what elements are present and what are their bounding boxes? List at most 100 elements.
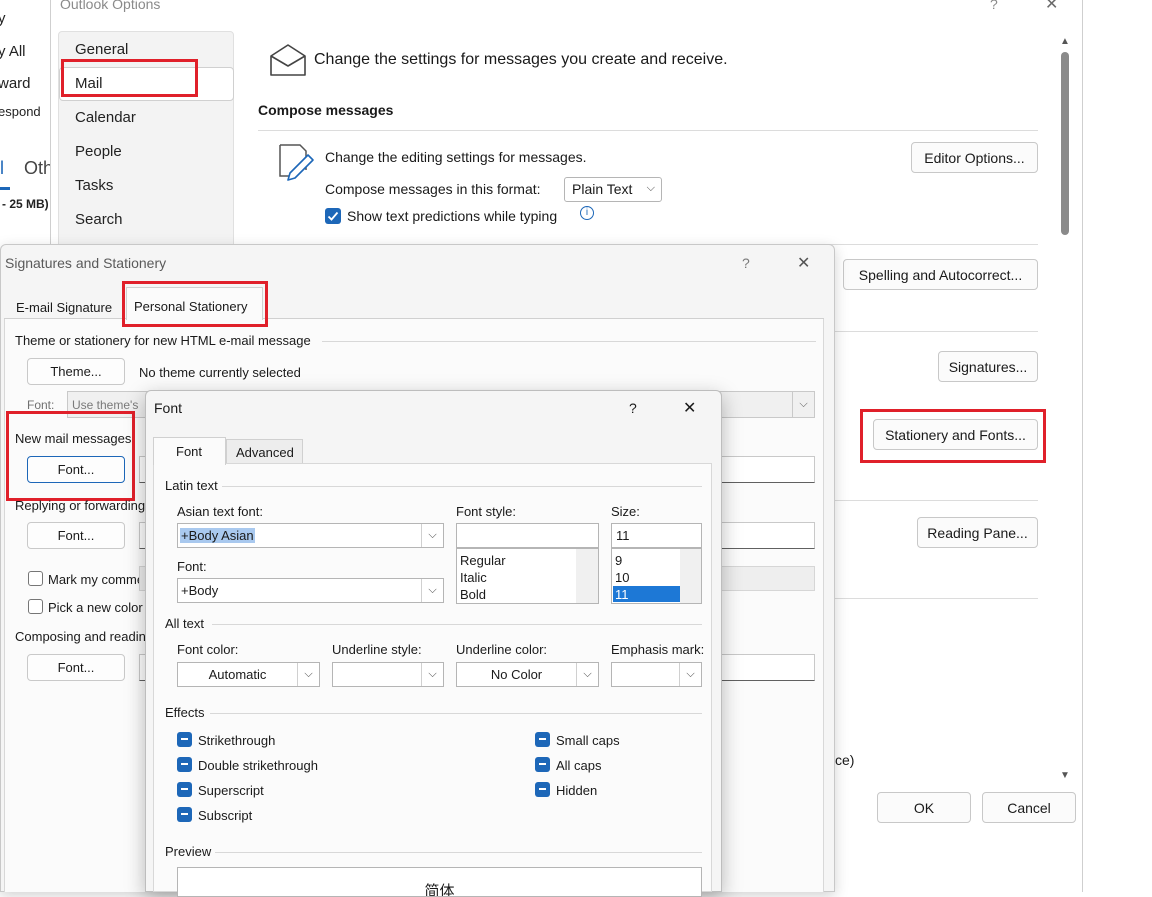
- nav-item-calendar[interactable]: Calendar: [75, 109, 136, 126]
- nav-item-people[interactable]: People: [75, 143, 122, 160]
- tab-advanced[interactable]: Advanced: [236, 445, 294, 460]
- chevron-down-icon: ⌵: [421, 663, 443, 686]
- signatures-button[interactable]: Signatures...: [938, 351, 1038, 382]
- chevron-down-icon: ⌵: [792, 392, 814, 417]
- font-dialog-title: Font: [154, 400, 183, 416]
- underline-color-label: Underline color:: [456, 642, 548, 657]
- emphasis-mark-label: Emphasis mark:: [611, 642, 705, 657]
- checkmark-icon: [327, 211, 339, 221]
- predictions-checkbox[interactable]: [325, 208, 341, 224]
- options-title: Outlook Options: [60, 0, 161, 12]
- bg-text-1: y: [0, 10, 6, 27]
- reply-font-button[interactable]: Font...: [27, 522, 125, 549]
- tab-email-signature[interactable]: E-mail Signature: [16, 300, 112, 315]
- effects-label: Effects: [165, 705, 205, 720]
- stationery-font-label: Font:: [27, 398, 55, 412]
- scroll-up-icon[interactable]: ▲: [1060, 36, 1070, 47]
- font-name-combo[interactable]: +Body ⌵: [177, 578, 444, 603]
- font-style-input[interactable]: [456, 523, 599, 548]
- small-caps-label: Small caps: [556, 733, 620, 748]
- subscript-label: Subscript: [198, 808, 253, 823]
- nav-item-tasks[interactable]: Tasks: [75, 177, 113, 194]
- font-help-button[interactable]: ?: [629, 400, 637, 416]
- font-name-value: +Body: [181, 583, 219, 598]
- spelling-autocorrect-button[interactable]: Spelling and Autocorrect...: [843, 259, 1038, 290]
- superscript-checkbox[interactable]: [177, 782, 192, 797]
- bg-focused-tab-marker: l: [0, 158, 4, 178]
- hidden-checkbox[interactable]: [535, 782, 550, 797]
- reading-pane-button[interactable]: Reading Pane...: [917, 517, 1038, 548]
- bg-other-tab[interactable]: Oth: [24, 158, 52, 179]
- font-style-list[interactable]: Regular Italic Bold: [456, 548, 599, 604]
- divider-4: [835, 500, 1038, 501]
- options-scroll-thumb[interactable]: [1061, 52, 1069, 235]
- subscript-checkbox[interactable]: [177, 807, 192, 822]
- options-close-button[interactable]: ✕: [1045, 0, 1058, 14]
- font-close-button[interactable]: ✕: [683, 398, 696, 418]
- mark-comments-checkbox[interactable]: [28, 571, 43, 586]
- underline-style-combo[interactable]: ⌵: [332, 662, 444, 687]
- theme-button[interactable]: Theme...: [27, 358, 125, 385]
- asian-font-label: Asian text font:: [177, 504, 263, 519]
- chevron-down-icon: ⌵: [421, 579, 443, 602]
- pick-color-checkbox[interactable]: [28, 599, 43, 614]
- signatures-title: Signatures and Stationery: [5, 255, 167, 271]
- small-caps-checkbox[interactable]: [535, 732, 550, 747]
- size-10[interactable]: 10: [615, 570, 629, 585]
- scroll-down-icon[interactable]: ▼: [1060, 770, 1070, 781]
- style-regular[interactable]: Regular: [460, 553, 506, 568]
- envelope-icon: [270, 44, 306, 76]
- all-caps-checkbox[interactable]: [535, 757, 550, 772]
- nav-item-search[interactable]: Search: [75, 211, 123, 228]
- preview-line: [215, 852, 702, 853]
- chevron-down-icon: ⌵: [679, 663, 701, 686]
- font-style-label: Font style:: [456, 504, 516, 519]
- bg-forward[interactable]: ward: [0, 75, 31, 92]
- double-strikethrough-checkbox[interactable]: [177, 757, 192, 772]
- bg-size-label: - 25 MB): [2, 197, 49, 211]
- double-strikethrough-label: Double strikethrough: [198, 758, 318, 773]
- style-list-scrollbar[interactable]: [576, 549, 598, 603]
- underline-style-label: Underline style:: [332, 642, 422, 657]
- signatures-close-button[interactable]: ✕: [797, 253, 810, 273]
- size-list[interactable]: 9 10 11: [611, 548, 702, 604]
- font-color-combo[interactable]: Automatic ⌵: [177, 662, 320, 687]
- style-bold[interactable]: Bold: [460, 587, 486, 602]
- effects-line: [210, 713, 702, 714]
- compose-divider: [258, 130, 1038, 131]
- editor-options-button[interactable]: Editor Options...: [911, 142, 1038, 173]
- tab-font[interactable]: Font: [176, 444, 202, 459]
- size-input[interactable]: 11: [611, 523, 702, 548]
- size-9[interactable]: 9: [615, 553, 622, 568]
- divider-5: [835, 598, 1038, 599]
- emphasis-mark-combo[interactable]: ⌵: [611, 662, 702, 687]
- style-italic[interactable]: Italic: [460, 570, 487, 585]
- latin-text-label: Latin text: [165, 478, 218, 493]
- info-icon[interactable]: i: [580, 206, 594, 220]
- compose-format-select[interactable]: Plain Text ⌵: [564, 177, 662, 202]
- asian-font-combo[interactable]: +Body Asian ⌵: [177, 523, 444, 548]
- cancel-button[interactable]: Cancel: [982, 792, 1076, 823]
- outlook-main-window-strip: y y All ward espond l Oth - 25 MB): [0, 0, 52, 240]
- chevron-down-icon: ⌵: [646, 182, 655, 194]
- underline-color-combo[interactable]: No Color ⌵: [456, 662, 599, 687]
- size-11[interactable]: 11: [615, 587, 629, 602]
- nav-item-general[interactable]: General: [75, 41, 128, 58]
- bg-respond[interactable]: espond: [0, 104, 41, 119]
- compose-format-label: Compose messages in this format:: [325, 181, 541, 197]
- preview-text: 简体: [424, 883, 455, 897]
- chevron-down-icon: ⌵: [576, 663, 598, 686]
- edit-document-icon: [279, 144, 314, 181]
- options-help-button[interactable]: ?: [990, 0, 998, 12]
- editing-settings-text: Change the editing settings for messages…: [325, 149, 587, 165]
- size-list-scrollbar[interactable]: [680, 549, 701, 603]
- strikethrough-label: Strikethrough: [198, 733, 276, 748]
- ok-button[interactable]: OK: [877, 792, 971, 823]
- all-text-line: [212, 624, 702, 625]
- strikethrough-checkbox[interactable]: [177, 732, 192, 747]
- signatures-help-button[interactable]: ?: [742, 255, 750, 271]
- theme-status-text: No theme currently selected: [139, 365, 301, 380]
- bg-reply-all[interactable]: y All: [0, 43, 26, 60]
- composing-font-button[interactable]: Font...: [27, 654, 125, 681]
- mark-comments-label: Mark my comme: [48, 572, 145, 587]
